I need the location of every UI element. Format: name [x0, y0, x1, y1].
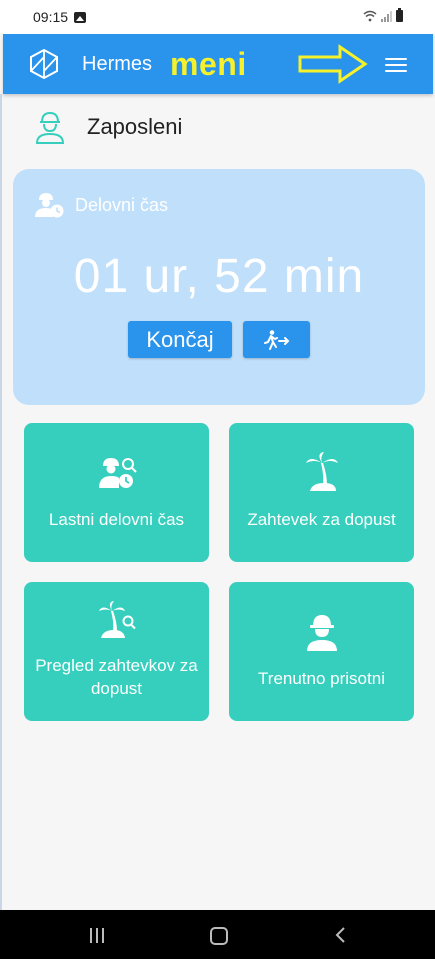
worker-helmet-icon — [306, 615, 337, 651]
end-work-button[interactable]: Končaj — [128, 321, 232, 358]
status-bar: 09:15 — [0, 0, 435, 34]
work-time-label: Delovni čas — [75, 194, 169, 215]
signal-icon — [381, 10, 392, 22]
tile-own-work-time[interactable]: Lastni delovni čas — [24, 423, 209, 562]
status-time: 09:15 — [33, 9, 69, 25]
tile-leave-requests-overview[interactable]: Pregled zahtevkov za dopust — [24, 582, 209, 721]
battery-icon — [396, 8, 403, 22]
tile-leave-requests-overview-label: Pregled zahtevkov za dopust — [35, 656, 198, 698]
menu-annotation: meni — [170, 45, 247, 82]
image-notification-icon — [74, 11, 87, 23]
page-title: Zaposleni — [87, 114, 183, 139]
recent-apps-button[interactable] — [90, 928, 104, 943]
system-nav-bar — [0, 910, 435, 959]
tile-currently-present[interactable]: Trenutno prisotni — [229, 582, 414, 721]
worker-clock-search-icon — [98, 458, 137, 488]
work-time-card: Delovni čas 01 ur, 52 min Končaj — [13, 169, 425, 405]
palm-island-search-icon — [98, 601, 136, 638]
walk-exit-icon — [263, 329, 289, 350]
app-title: Hermes — [82, 52, 153, 75]
back-button[interactable] — [333, 926, 349, 944]
arrow-right-annotation-icon — [298, 44, 368, 84]
status-icons — [363, 8, 403, 22]
hamburger-menu-button[interactable] — [385, 54, 407, 74]
tile-currently-present-label: Trenutno prisotni — [258, 669, 385, 688]
worker-clock-icon — [35, 193, 64, 218]
elapsed-time: 01 ur, 52 min — [73, 250, 365, 303]
app-bar: Hermes meni — [3, 34, 433, 94]
hermes-logo-icon — [30, 48, 58, 80]
wifi-icon — [363, 10, 377, 22]
tile-leave-request[interactable]: Zahtevek za dopust — [229, 423, 414, 562]
work-time-label-row: Delovni čas — [33, 191, 168, 219]
page-header: Zaposleni — [35, 110, 182, 144]
palm-island-icon — [305, 452, 338, 491]
home-button[interactable] — [210, 927, 228, 945]
leave-button[interactable] — [243, 321, 310, 358]
left-edge-divider — [0, 94, 2, 910]
worker-helmet-outline-icon — [35, 111, 65, 144]
tile-leave-request-label: Zahtevek za dopust — [247, 510, 396, 529]
tile-own-work-time-label: Lastni delovni čas — [48, 510, 185, 529]
